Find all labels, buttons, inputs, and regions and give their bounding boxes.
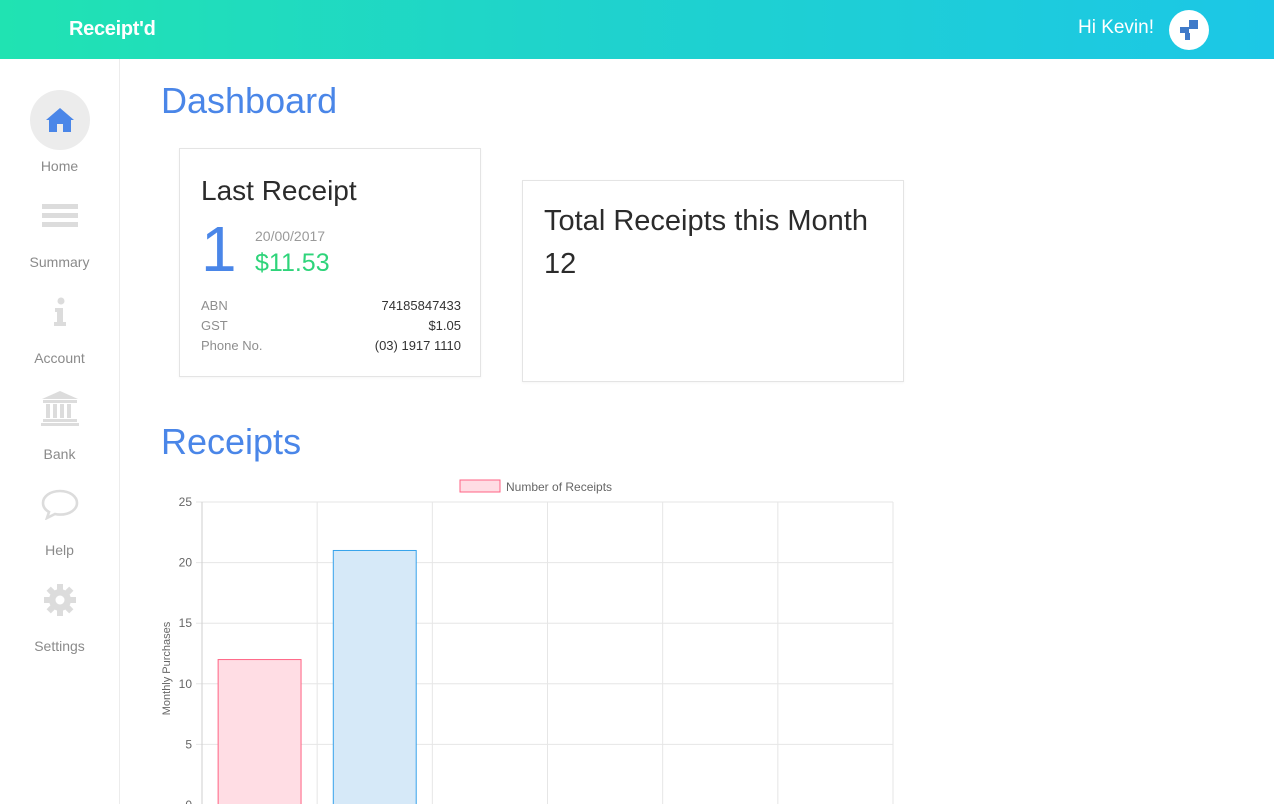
receipts-chart: Number of Receipts Monthly Purchases 0 5 1… (150, 470, 910, 804)
receipt-detail-row: Phone No. (03) 1917 1110 (201, 338, 461, 353)
sidebar-item-label: Help (45, 542, 74, 558)
total-receipts-title: Total Receipts this Month (544, 205, 868, 237)
receipt-detail-row: GST $1.05 (201, 318, 461, 333)
sidebar-item-label: Bank (43, 446, 76, 462)
sidebar-item-label: Home (40, 158, 79, 174)
y-tick-label: 0 (185, 798, 192, 804)
gear-icon (30, 570, 90, 630)
sidebar-item-label: Account (34, 350, 85, 366)
sidebar-item-account[interactable]: Account (0, 282, 119, 372)
detail-key: Phone No. (201, 338, 263, 353)
sidebar-item-help[interactable]: Help (0, 474, 119, 564)
y-tick-label: 15 (179, 616, 193, 630)
sidebar-item-label: Settings (34, 638, 85, 654)
user-avatar[interactable] (1169, 10, 1209, 50)
brand-logo-text[interactable]: Receipt'd (69, 18, 156, 41)
sidebar-item-summary[interactable]: Summary (0, 186, 119, 276)
receipts-heading: Receipts (161, 421, 302, 462)
detail-key: ABN (201, 298, 228, 313)
avatar-blocks-icon (1180, 20, 1198, 40)
y-tick-label: 25 (179, 495, 193, 509)
y-tick-label: 5 (185, 737, 192, 751)
sidebar-item-settings[interactable]: Settings (0, 570, 119, 660)
list-icon (30, 186, 90, 246)
last-receipt-number: 1 (201, 213, 237, 285)
detail-key: GST (201, 318, 228, 333)
total-receipts-card[interactable]: Total Receipts this Month 12 (522, 180, 904, 382)
receipts-bar-chart: Number of Receipts Monthly Purchases 0 5 1… (161, 479, 894, 804)
legend-swatch (459, 479, 501, 493)
last-receipt-date: 20/00/2017 (255, 228, 326, 244)
y-axis-ticks: 0 5 10 15 20 25 (179, 495, 193, 804)
last-receipt-amount: $11.53 (255, 249, 330, 277)
legend-label[interactable]: Number of Receipts (506, 480, 612, 494)
sidebar-item-label: Summary (29, 254, 90, 270)
y-tick-label: 20 (179, 556, 193, 570)
chart-legend: Number of Receipts (459, 479, 612, 494)
chart-bar[interactable] (332, 549, 417, 804)
info-icon (30, 282, 90, 342)
detail-value: $1.05 (428, 318, 461, 333)
detail-value: 74185847433 (381, 298, 461, 313)
speech-bubble-icon (30, 474, 90, 534)
home-icon (30, 90, 90, 150)
user-greeting: Hi Kevin! (1077, 17, 1154, 38)
detail-value: (03) 1917 1110 (374, 338, 461, 353)
dashboard-heading: Dashboard (161, 80, 338, 121)
total-receipts-value: 12 (544, 248, 577, 280)
sidebar: Home Summary Account Bank Help Settings (0, 59, 120, 804)
bank-icon (30, 378, 90, 438)
sidebar-item-home[interactable]: Home (0, 90, 119, 180)
y-tick-label: 10 (179, 677, 193, 691)
last-receipt-title: Last Receipt (201, 175, 357, 206)
chart-bar[interactable] (217, 659, 302, 804)
last-receipt-card[interactable]: Last Receipt 1 20/00/2017 $11.53 ABN 741… (179, 148, 481, 377)
top-bar: Receipt'd Hi Kevin! (0, 0, 1274, 59)
sidebar-item-bank[interactable]: Bank (0, 378, 119, 468)
receipt-detail-row: ABN 74185847433 (201, 298, 461, 313)
y-axis-label: Monthly Purchases (161, 621, 173, 715)
